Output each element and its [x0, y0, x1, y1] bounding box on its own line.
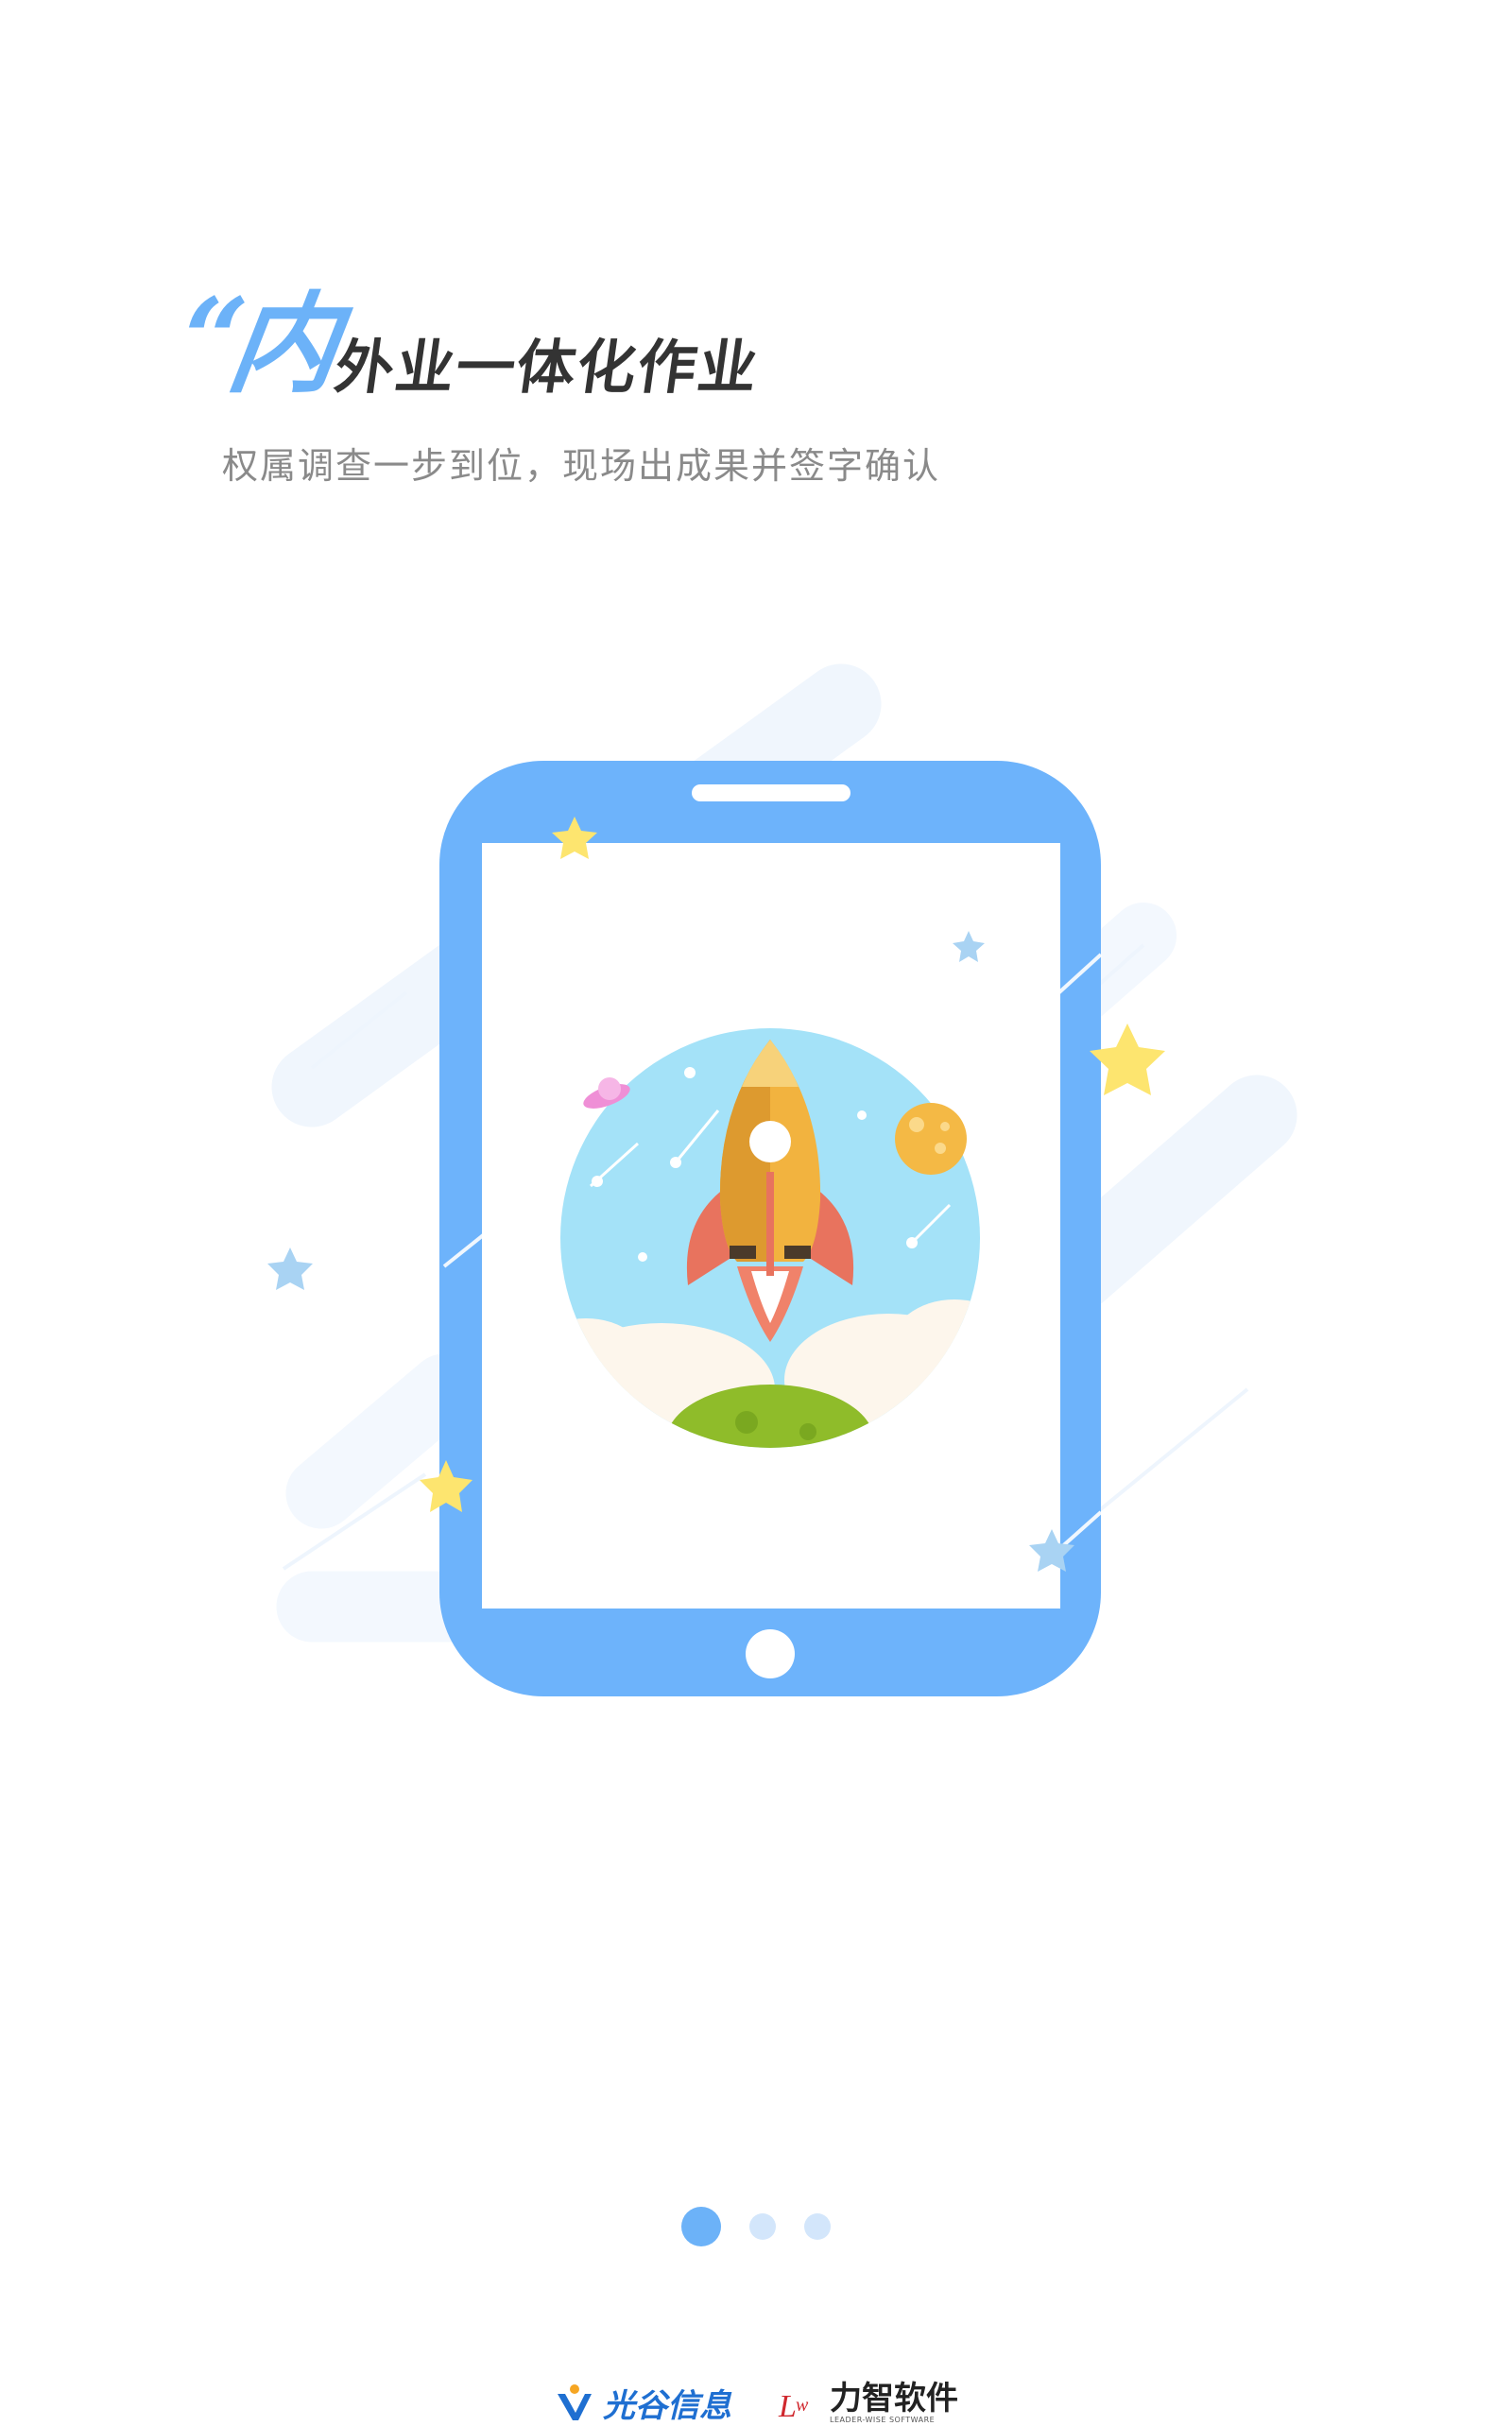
tablet-rocket-illustration	[267, 663, 1297, 1696]
page-dot-2[interactable]	[749, 2213, 776, 2240]
planet-icon	[895, 1103, 967, 1175]
leaderwise-logo-icon: L w	[778, 2389, 809, 2424]
brand-leaderwise: L w 力智软件 LEADER-WISE SOFTWARE	[777, 2383, 958, 2424]
page-dot-1[interactable]	[681, 2207, 721, 2246]
page-dot-3[interactable]	[804, 2213, 831, 2240]
tablet-speaker	[692, 784, 850, 801]
guanggu-logo-icon	[558, 2383, 592, 2420]
svg-text:w: w	[796, 2395, 809, 2416]
brand2-name: 力智软件	[830, 2379, 958, 2417]
star-icon	[267, 1247, 313, 1290]
svg-text:L: L	[778, 2389, 797, 2424]
subtitle: 权属调查一步到位，现场出成果并签字确认	[222, 445, 941, 487]
brand2-subtitle: LEADER-WISE SOFTWARE	[830, 2415, 936, 2424]
tablet-home-button	[746, 1629, 795, 1678]
headline-first-char: 内	[220, 282, 348, 408]
headline-title: 外业一体化作业	[330, 333, 765, 402]
page-indicator	[0, 2207, 1512, 2246]
